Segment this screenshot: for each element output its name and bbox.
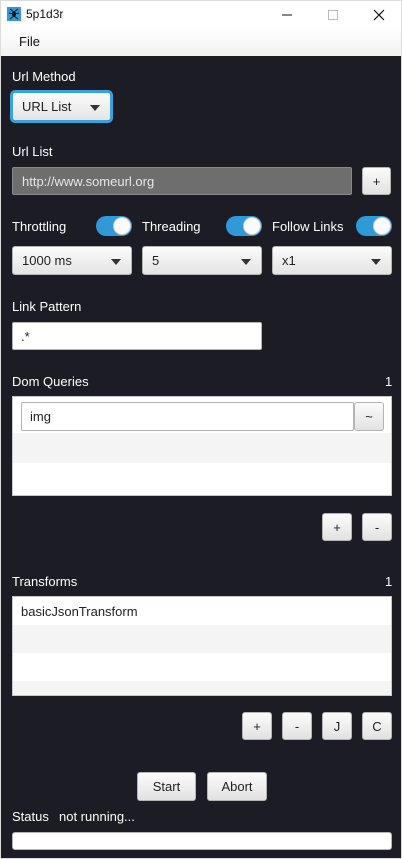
url-method-label: Url Method [12, 69, 76, 84]
threading-select[interactable]: 5 [142, 246, 262, 275]
window-title: 5p1d3r [26, 7, 64, 21]
close-button[interactable] [356, 1, 402, 28]
throttling-select[interactable]: 1000 ms [12, 246, 132, 275]
status-value: not running... [59, 809, 135, 824]
abort-button[interactable]: Abort [207, 772, 267, 801]
custom-transform-button[interactable]: C [362, 712, 392, 740]
dom-query-value: img [30, 409, 51, 424]
add-url-button[interactable]: + [362, 167, 391, 195]
list-item [13, 463, 391, 495]
url-method-value: URL List [22, 99, 72, 114]
threading-label: Threading [142, 219, 201, 234]
dom-queries-count: 1 [385, 374, 393, 389]
add-query-button[interactable]: + [322, 513, 352, 541]
list-item[interactable]: basicJsonTransform [13, 597, 391, 625]
remove-query-button[interactable]: - [362, 513, 392, 541]
list-item [13, 625, 391, 653]
threading-toggle[interactable] [226, 216, 262, 236]
dom-query-field[interactable]: img [21, 402, 354, 431]
url-method-select[interactable]: URL List [12, 92, 111, 121]
menu-file[interactable]: File [19, 34, 40, 49]
title-bar: 5p1d3r [0, 0, 402, 27]
transforms-count: 1 [385, 574, 393, 589]
toggle-knob [373, 217, 391, 235]
add-transform-button[interactable]: + [242, 712, 272, 740]
start-button[interactable]: Start [137, 772, 196, 801]
follow-links-value: x1 [282, 253, 296, 268]
url-list-label: Url List [12, 144, 53, 159]
status-progress-bar [12, 832, 392, 850]
edit-query-button[interactable]: ~ [354, 402, 384, 431]
follow-links-toggle[interactable] [356, 216, 392, 236]
dom-queries-label: Dom Queries [12, 374, 89, 389]
chevron-down-icon [111, 259, 121, 265]
throttling-value: 1000 ms [22, 253, 72, 268]
link-pattern-value: .* [21, 329, 30, 344]
follow-links-select[interactable]: x1 [272, 246, 392, 275]
close-icon [373, 9, 385, 20]
list-item [13, 681, 391, 695]
status-label: Status [12, 809, 49, 824]
transforms-label: Transforms [12, 574, 78, 589]
chevron-down-icon [241, 259, 251, 265]
minimize-button[interactable] [264, 1, 310, 28]
chevron-down-icon [90, 105, 100, 111]
url-list-value: http://www.someurl.org [22, 174, 155, 189]
maximize-icon [328, 9, 338, 20]
remove-transform-button[interactable]: - [282, 712, 312, 740]
list-item: img ~ [13, 397, 391, 433]
json-transform-button[interactable]: J [322, 712, 352, 740]
dom-queries-list: img ~ [12, 396, 392, 496]
link-pattern-label: Link Pattern [12, 299, 82, 314]
minimize-icon [282, 14, 292, 15]
toggle-knob [113, 217, 131, 235]
follow-links-label: Follow Links [272, 219, 344, 234]
throttling-toggle[interactable] [96, 216, 132, 236]
throttling-label: Throttling [12, 219, 67, 234]
chevron-down-icon [371, 259, 381, 265]
list-item [13, 653, 391, 681]
toggle-knob [243, 217, 261, 235]
transforms-list: basicJsonTransform [12, 596, 392, 696]
link-pattern-field[interactable]: .* [12, 322, 262, 350]
maximize-button [310, 1, 356, 28]
main-panel: Url Method URL List Url List http://www.… [0, 56, 402, 859]
menu-bar: File [0, 27, 402, 56]
threading-value: 5 [152, 253, 160, 268]
spider-icon [7, 7, 21, 21]
transform-name: basicJsonTransform [21, 604, 138, 619]
list-item [13, 433, 391, 463]
url-list-field[interactable]: http://www.someurl.org [12, 167, 352, 195]
